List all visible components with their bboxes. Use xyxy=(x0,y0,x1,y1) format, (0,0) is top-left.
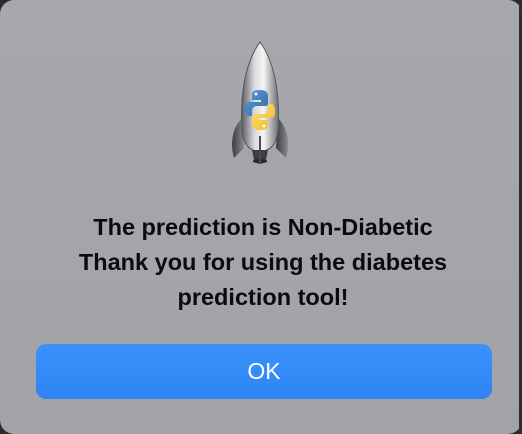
message-line-3: prediction tool! xyxy=(177,284,349,310)
message-line-2: Thank you for using the diabetes xyxy=(78,249,448,275)
message-line-1: The prediction is Non-Diabetic xyxy=(93,214,433,240)
alert-dialog: The prediction is Non-Diabetic Thank you… xyxy=(0,0,522,434)
python-launcher-rocket-icon xyxy=(226,40,294,168)
alert-message: The prediction is Non-Diabetic Thank you… xyxy=(20,210,506,315)
ok-button[interactable]: OK xyxy=(36,344,492,399)
